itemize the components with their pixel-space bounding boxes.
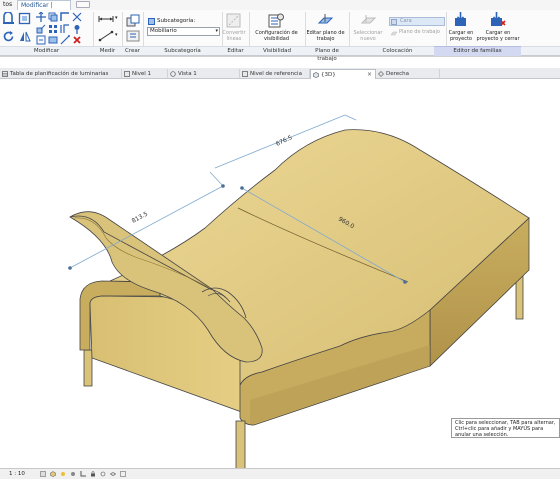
offset-icon[interactable] [18, 12, 31, 25]
subcategory-icon [148, 18, 155, 25]
create-group-icon[interactable] [126, 30, 140, 42]
split-icon[interactable] [72, 12, 82, 22]
load-into-project-icon[interactable] [453, 12, 468, 27]
view-tab-bar: Tabla de planificación de luminarias Niv… [0, 68, 560, 79]
schedule-icon [2, 71, 8, 77]
mirror-icon[interactable] [18, 30, 31, 43]
panel-create-label: Crear [125, 48, 140, 54]
view-tab-label: Vista 1 [178, 71, 197, 77]
load-into-project-close-icon[interactable] [489, 12, 506, 27]
match-type-icon[interactable] [48, 35, 58, 45]
view-tab-3d[interactable]: {3D} × [310, 69, 376, 79]
view-tab-label: Nivel de referencia [250, 71, 302, 77]
work-plane-label: Plano de trabajo [399, 29, 440, 35]
unpin-icon[interactable] [36, 35, 46, 45]
view-tab-right[interactable]: Derecha [376, 69, 440, 79]
align-icon[interactable] [2, 12, 15, 25]
elevation-icon [378, 71, 384, 77]
status-tooltip: Clic para seleccionar, TAB para alternar… [451, 418, 560, 438]
view-tab-label: Nivel 1 [132, 71, 152, 77]
leg[interactable] [83, 349, 93, 387]
visibility-settings-label: Configuración de visibilidad [255, 30, 298, 42]
create-similar-icon[interactable] [126, 14, 140, 27]
chaise-lounge-model[interactable]: 676.5 813.5 960.0 [0, 79, 560, 468]
panel-placement-label: Colocación [382, 48, 413, 54]
panel-edit-label: Editar [227, 48, 244, 54]
view-tab-level-1[interactable]: Nivel 1 [122, 69, 168, 79]
ribbon-tab-partial[interactable]: tos [0, 0, 15, 10]
dimension-length-label[interactable]: 676.5 [275, 134, 294, 148]
sun-path-icon[interactable] [60, 471, 66, 477]
extend-icon[interactable] [60, 35, 70, 45]
copy-icon[interactable] [48, 12, 58, 22]
load-into-project-close-label: Cargar en proyecto y cerrar [476, 30, 520, 42]
pin-icon[interactable] [72, 24, 82, 34]
panel-family-editor-label: Editor de familias [453, 48, 502, 54]
face-icon [391, 19, 397, 25]
measure-icon[interactable] [98, 14, 114, 24]
chevron-down-icon: ▾ [215, 28, 218, 34]
lock-icon[interactable] [90, 471, 96, 477]
work-plane-button[interactable]: Plano de trabajo [389, 28, 445, 37]
face-label: Cara [400, 18, 412, 24]
convert-lines-label: Convertir líneas [222, 30, 246, 42]
view-tab-view-1[interactable]: Vista 1 [168, 69, 240, 79]
crop-view-icon[interactable] [80, 471, 86, 477]
panel-modify-label: Modificar [33, 48, 60, 54]
visibility-settings-icon[interactable] [268, 13, 284, 28]
subcategory-label: Subcategoría: [157, 18, 196, 24]
subcategory-value: Mobiliario [150, 28, 177, 34]
reveal-hidden-icon[interactable] [110, 471, 116, 477]
drawing-canvas[interactable]: 676.5 813.5 960.0 [0, 79, 560, 468]
visual-style-icon[interactable] [50, 471, 56, 477]
trim-multiple-icon[interactable] [60, 24, 70, 34]
view-scale[interactable]: 1 : 10 [9, 470, 25, 479]
view-tab-schedule[interactable]: Tabla de planificación de luminarias [0, 69, 122, 79]
work-plane-icon [391, 31, 397, 36]
view-tab-label: {3D} [321, 72, 336, 78]
floor-plan-icon [124, 71, 130, 77]
move-icon[interactable] [36, 12, 46, 22]
subcategory-select[interactable]: Mobiliario ▾ [147, 27, 220, 36]
leg[interactable] [235, 420, 246, 468]
view-tab-label: Derecha [386, 71, 410, 77]
scale-icon[interactable] [36, 24, 46, 34]
load-into-project-label: Cargar en proyecto [448, 30, 474, 42]
panel-work-plane-label: Plano de trabajo [315, 48, 339, 62]
trim-icon[interactable] [60, 12, 70, 22]
ribbon-tab-modify-lines[interactable]: Modificar | Líneas [17, 0, 71, 19]
face-button[interactable]: Cara [389, 17, 445, 26]
dimension-height-label[interactable]: 813.5 [131, 210, 150, 224]
pick-new-label: Seleccionar nuevo [353, 30, 383, 42]
convert-lines-icon[interactable] [226, 13, 241, 28]
shadows-icon[interactable] [70, 471, 76, 477]
measure-dropdown-icon[interactable]: ▾ [115, 15, 118, 21]
edit-work-plane-icon[interactable] [318, 13, 333, 28]
aligned-dimension-icon[interactable] [98, 30, 114, 42]
temporary-hide-icon[interactable] [100, 471, 106, 477]
panel-visibility-label: Visibilidad [263, 48, 291, 54]
pick-new-icon[interactable] [361, 13, 376, 28]
detail-level-icon[interactable] [40, 471, 46, 477]
analysis-icon[interactable] [120, 471, 126, 477]
rotate-icon[interactable] [2, 30, 15, 43]
3d-view-icon [313, 72, 319, 78]
view-control-bar: 1 : 10 [0, 468, 560, 479]
floor-plan-icon [242, 71, 248, 77]
view-tab-reference-level[interactable]: Nivel de referencia [240, 69, 310, 79]
view-tab-label: Tabla de planificación de luminarias [10, 71, 109, 77]
ribbon-tab-strip: tos Modificar | Líneas [0, 0, 560, 19]
delete-icon[interactable] [72, 35, 82, 45]
view-icon [170, 71, 176, 77]
array-icon[interactable] [48, 24, 58, 34]
ribbon-tab-overflow[interactable] [76, 1, 90, 8]
panel-subcategory-label: Subcategoría [164, 48, 201, 54]
edit-work-plane-label: Editar plano de trabajo [306, 30, 345, 42]
panel-measure-label: Medir [99, 48, 116, 54]
dimension-dropdown-icon[interactable]: ▾ [115, 32, 118, 38]
